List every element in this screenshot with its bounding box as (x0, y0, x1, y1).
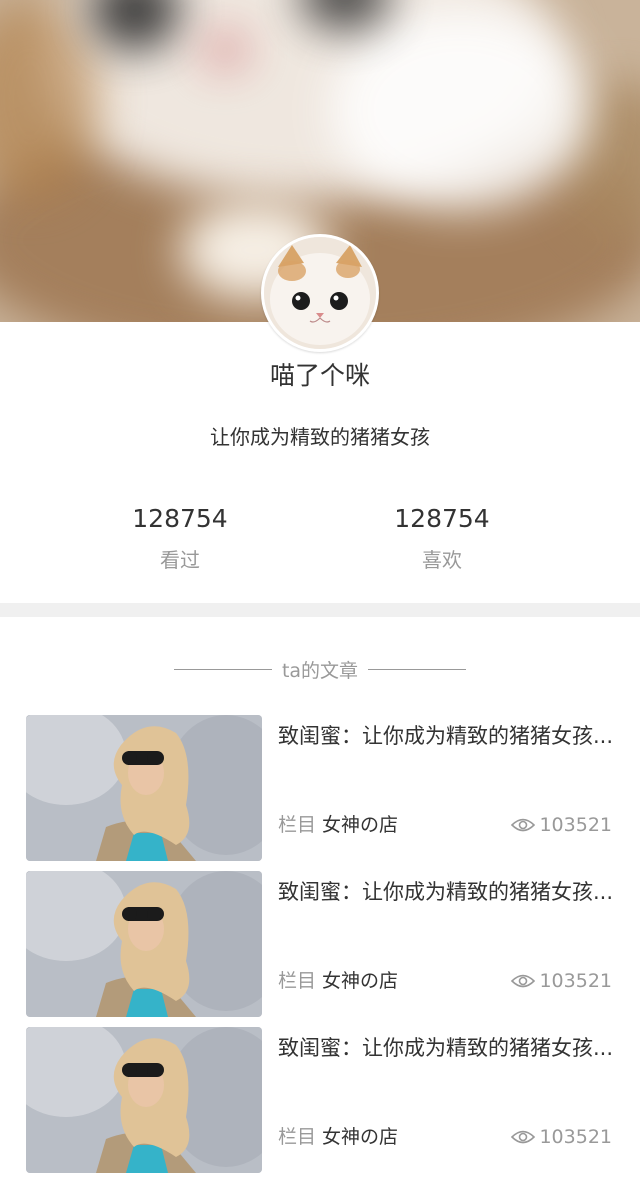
eye-icon (511, 974, 536, 988)
stat-likes[interactable]: 128754 喜欢 (352, 501, 532, 573)
column-label: 栏目 (278, 814, 317, 836)
article-meta: 栏目 女神の店 (278, 1123, 398, 1151)
stat-views-label: 看过 (160, 548, 200, 572)
column-name[interactable]: 女神の店 (322, 814, 398, 836)
article-title[interactable]: 致闺蜜：让你成为精致的猪猪女孩... (278, 1031, 616, 1066)
column-name[interactable]: 女神の店 (322, 970, 398, 992)
article-meta: 栏目 女神の店 (278, 811, 398, 839)
column-name[interactable]: 女神の店 (322, 1126, 398, 1148)
article-views: 103521 (511, 967, 612, 995)
column-label: 栏目 (278, 1126, 317, 1148)
article-views-count: 103521 (539, 970, 612, 992)
article-thumbnail (26, 1027, 262, 1173)
stat-views[interactable]: 128754 看过 (90, 501, 270, 573)
article-meta: 栏目 女神の店 (278, 967, 398, 995)
section-title-text: ta的文章 (281, 659, 359, 682)
article-title[interactable]: 致闺蜜：让你成为精致的猪猪女孩... (278, 875, 616, 910)
article-title[interactable]: 致闺蜜：让你成为精致的猪猪女孩... (278, 719, 616, 754)
article-views: 103521 (511, 1123, 612, 1151)
eye-icon (511, 818, 536, 832)
article-thumbnail (26, 715, 262, 861)
stat-likes-value: 128754 (394, 504, 490, 533)
divider-line-left (173, 668, 272, 670)
stat-likes-label: 喜欢 (422, 548, 462, 572)
profile-bio: 让你成为精致的猪猪女孩 (210, 425, 430, 449)
cat-avatar-image (264, 237, 376, 349)
stat-views-value: 128754 (132, 504, 228, 533)
divider-line-right (368, 668, 467, 670)
article-item[interactable]: 致闺蜜：让你成为精致的猪猪女孩... 栏目 女神の店 103521 (26, 715, 616, 861)
article-views: 103521 (511, 811, 612, 839)
article-views-count: 103521 (539, 1126, 612, 1148)
avatar[interactable] (261, 234, 379, 352)
article-item[interactable]: 致闺蜜：让你成为精致的猪猪女孩... 栏目 女神の店 103521 (26, 871, 616, 1017)
column-label: 栏目 (278, 970, 317, 992)
article-thumbnail (26, 871, 262, 1017)
section-divider (0, 603, 640, 617)
profile-name: 喵了个咪 (269, 361, 370, 390)
section-title: ta的文章 (0, 655, 640, 683)
article-item[interactable]: 致闺蜜：让你成为精致的猪猪女孩... 栏目 女神の店 103521 (26, 1027, 616, 1173)
eye-icon (511, 1130, 536, 1144)
article-views-count: 103521 (539, 814, 612, 836)
